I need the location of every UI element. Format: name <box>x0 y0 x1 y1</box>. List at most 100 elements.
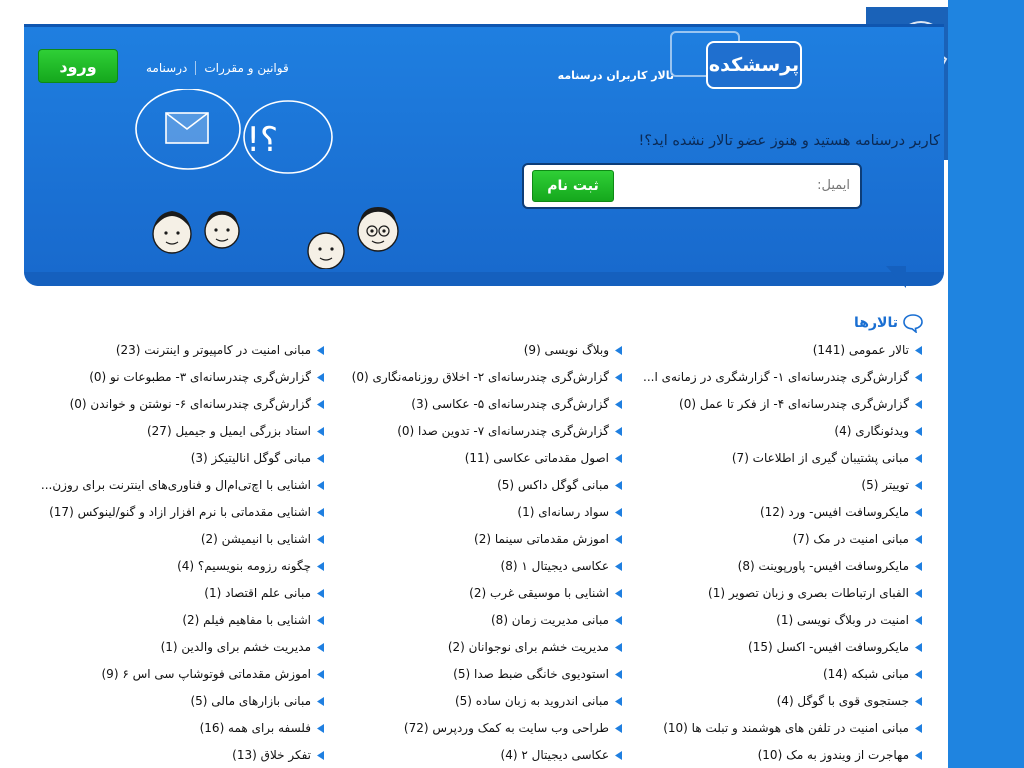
forum-link-item[interactable]: فلسفه برای همه (16) <box>14 719 324 746</box>
forum-link-item[interactable]: گزارش‌گری چندرسانه‌ای ۶- نوشتن و خواندن … <box>14 395 324 422</box>
forum-link-label[interactable]: مبانی شبکه (14) <box>823 665 909 683</box>
forum-link-item[interactable]: عکاسی دیجیتال ۱ (8) <box>312 557 622 584</box>
forum-link-item[interactable]: مبانی گوگل داکس (5) <box>312 476 622 503</box>
forum-link-item[interactable]: مدیریت خشم برای نوجوانان (2) <box>312 638 622 665</box>
nav-darsnameh-link[interactable]: درسنامه <box>138 61 195 75</box>
nav-rules-link[interactable]: قوانین و مقررات <box>195 61 296 75</box>
forum-link-label[interactable]: گزارش‌گری چندرسانه‌ای ۴- از فکر تا عمل (… <box>679 395 909 413</box>
forum-link-label[interactable]: اموزش مقدماتی فوتوشاپ سی اس ۶ (9) <box>101 665 311 683</box>
forum-link-label[interactable]: مبانی اندروید به زبان ساده (5) <box>455 692 609 710</box>
forum-link-label[interactable]: گزارش‌گری چندرسانه‌ای ۲- اخلاق روزنامه‌ن… <box>352 368 609 386</box>
forum-link-label[interactable]: گزارش‌گری چندرسانه‌ای ۳- مطبوعات نو (0) <box>89 368 311 386</box>
forum-link-label[interactable]: مهاجرت از ویندوز به مک (10) <box>758 746 909 764</box>
email-input[interactable] <box>620 173 810 199</box>
forum-link-label[interactable]: اشنایی با انیمیشن (2) <box>201 530 311 548</box>
forum-link-item[interactable]: سواد رسانه‌ای (1) <box>312 503 622 530</box>
forum-link-label[interactable]: عکاسی دیجیتال ۲ (4) <box>501 746 609 764</box>
forum-link-item[interactable]: مبانی اندروید به زبان ساده (5) <box>312 692 622 719</box>
forum-link-item[interactable]: مایکروسافت افیس- پاورپوینت (8) <box>612 557 922 584</box>
forum-link-label[interactable]: مبانی مدیریت زمان (8) <box>491 611 609 629</box>
forum-link-item[interactable]: استاد بزرگی ایمیل و جیمیل (27) <box>14 422 324 449</box>
forum-link-label[interactable]: مایکروسافت افیس- پاورپوینت (8) <box>738 557 909 575</box>
forum-link-item[interactable]: مبانی گوگل انالیتیکز (3) <box>14 449 324 476</box>
forum-link-item[interactable]: مبانی پشتیبان گیری از اطلاعات (7) <box>612 449 922 476</box>
forum-link-label[interactable]: اشنایی با موسیقی غرب (2) <box>469 584 609 602</box>
forum-link-item[interactable]: مبانی علم اقتصاد (1) <box>14 584 324 611</box>
forum-link-label[interactable]: استاد بزرگی ایمیل و جیمیل (27) <box>147 422 311 440</box>
forum-link-label[interactable]: توییتر (5) <box>861 476 909 494</box>
forum-link-label[interactable]: استودیوی خانگی ضبط صدا (5) <box>453 665 609 683</box>
forum-link-item[interactable]: اموزش مقدماتی سینما (2) <box>312 530 622 557</box>
forum-link-label[interactable]: جستجوی قوی با گوگل (4) <box>777 692 909 710</box>
forum-link-label[interactable]: وبلاگ نویسی (9) <box>524 341 609 359</box>
forum-link-item[interactable]: جستجوی قوی با گوگل (4) <box>612 692 922 719</box>
forum-link-item[interactable]: گزارش‌گری چندرسانه‌ای ۳- مطبوعات نو (0) <box>14 368 324 395</box>
forum-link-label[interactable]: تالار عمومی (141) <box>813 341 909 359</box>
forum-link-label[interactable]: اموزش مقدماتی سینما (2) <box>474 530 609 548</box>
forum-link-label[interactable]: اشنایی مقدماتی با نرم افزار ازاد و گنو/ل… <box>49 503 311 521</box>
forum-link-item[interactable]: توییتر (5) <box>612 476 922 503</box>
forum-link-label[interactable]: مبانی گوگل انالیتیکز (3) <box>191 449 311 467</box>
forum-link-item[interactable]: اصول مقدماتی عکاسی (11) <box>312 449 622 476</box>
forum-link-item[interactable]: گزارش‌گری چندرسانه‌ای ۲- اخلاق روزنامه‌ن… <box>312 368 622 395</box>
forum-link-label[interactable]: اشنایی با اچ‌تی‌ام‌ال و فناوری‌های اینتر… <box>41 476 311 494</box>
forum-link-item[interactable]: اشنایی با اچ‌تی‌ام‌ال و فناوری‌های اینتر… <box>14 476 324 503</box>
forum-link-label[interactable]: الفبای ارتباطات بصری و زبان تصویر (1) <box>708 584 909 602</box>
forum-link-item[interactable]: مبانی امنیت در کامپیوتر و اینترنت (23) <box>14 341 324 368</box>
forum-link-item[interactable]: امنیت در وبلاگ نویسی (1) <box>612 611 922 638</box>
forum-link-label[interactable]: مبانی امنیت در تلفن های هوشمند و تبلت ها… <box>663 719 909 737</box>
forum-link-item[interactable]: مبانی امنیت در تلفن های هوشمند و تبلت ها… <box>612 719 922 746</box>
site-logo[interactable]: پرسشکده <box>706 41 802 89</box>
forum-link-label[interactable]: گزارش‌گری چندرسانه‌ای ۱- گزارشگری در زما… <box>643 368 909 386</box>
forum-link-label[interactable]: گزارش‌گری چندرسانه‌ای ۶- نوشتن و خواندن … <box>70 395 311 413</box>
forum-link-label[interactable]: طراحی وب سایت به کمک وردپرس (72) <box>404 719 609 737</box>
forum-link-label[interactable]: گزارش‌گری چندرسانه‌ای ۵- عکاسی (3) <box>411 395 609 413</box>
forum-link-label[interactable]: تفکر خلاق (13) <box>232 746 311 764</box>
forum-link-item[interactable]: تفکر خلاق (13) <box>14 746 324 768</box>
forum-link-label[interactable]: مبانی علم اقتصاد (1) <box>204 584 311 602</box>
forum-link-item[interactable]: گزارش‌گری چندرسانه‌ای ۵- عکاسی (3) <box>312 395 622 422</box>
forum-link-label[interactable]: مبانی بازارهای مالی (5) <box>190 692 311 710</box>
forum-link-item[interactable]: گزارش‌گری چندرسانه‌ای ۱- گزارشگری در زما… <box>612 368 922 395</box>
forum-link-label[interactable]: ویدئونگاری (4) <box>834 422 909 440</box>
forum-link-item[interactable]: وبلاگ نویسی (9) <box>312 341 622 368</box>
forum-link-item[interactable]: استودیوی خانگی ضبط صدا (5) <box>312 665 622 692</box>
forum-link-item[interactable]: مهاجرت از ویندوز به مک (10) <box>612 746 922 768</box>
forum-link-item[interactable]: مدیریت خشم برای والدین (1) <box>14 638 324 665</box>
forum-link-label[interactable]: سواد رسانه‌ای (1) <box>517 503 609 521</box>
forum-link-label[interactable]: چگونه رزومه بنویسیم؟ (4) <box>177 557 311 575</box>
forum-link-item[interactable]: مبانی بازارهای مالی (5) <box>14 692 324 719</box>
forum-link-item[interactable]: اشنایی با موسیقی غرب (2) <box>312 584 622 611</box>
forum-link-label[interactable]: مایکروسافت افیس- اکسل (15) <box>748 638 909 656</box>
forum-link-label[interactable]: مایکروسافت افیس- ورد (12) <box>760 503 909 521</box>
forum-link-item[interactable]: مایکروسافت افیس- ورد (12) <box>612 503 922 530</box>
forum-link-label[interactable]: گزارش‌گری چندرسانه‌ای ۷- تدوین صدا (0) <box>397 422 609 440</box>
forum-link-item[interactable]: گزارش‌گری چندرسانه‌ای ۷- تدوین صدا (0) <box>312 422 622 449</box>
forum-link-item[interactable]: مایکروسافت افیس- اکسل (15) <box>612 638 922 665</box>
forum-link-label[interactable]: امنیت در وبلاگ نویسی (1) <box>776 611 909 629</box>
forum-link-label[interactable]: مدیریت خشم برای والدین (1) <box>161 638 311 656</box>
forum-link-label[interactable]: فلسفه برای همه (16) <box>200 719 311 737</box>
forum-link-item[interactable]: اشنایی با انیمیشن (2) <box>14 530 324 557</box>
forum-link-item[interactable]: گزارش‌گری چندرسانه‌ای ۴- از فکر تا عمل (… <box>612 395 922 422</box>
forum-link-item[interactable]: الفبای ارتباطات بصری و زبان تصویر (1) <box>612 584 922 611</box>
forum-link-item[interactable]: طراحی وب سایت به کمک وردپرس (72) <box>312 719 622 746</box>
forum-link-label[interactable]: مبانی گوگل داکس (5) <box>497 476 609 494</box>
forum-link-label[interactable]: مبانی پشتیبان گیری از اطلاعات (7) <box>732 449 909 467</box>
forum-link-label[interactable]: مبانی امنیت در کامپیوتر و اینترنت (23) <box>116 341 311 359</box>
forum-link-item[interactable]: چگونه رزومه بنویسیم؟ (4) <box>14 557 324 584</box>
login-button[interactable]: ورود <box>38 49 118 83</box>
forum-link-item[interactable]: عکاسی دیجیتال ۲ (4) <box>312 746 622 768</box>
forum-link-item[interactable]: مبانی امنیت در مک (7) <box>612 530 922 557</box>
forum-link-item[interactable]: اشنایی با مفاهیم فیلم (2) <box>14 611 324 638</box>
forum-link-item[interactable]: اشنایی مقدماتی با نرم افزار ازاد و گنو/ل… <box>14 503 324 530</box>
forum-link-item[interactable]: ویدئونگاری (4) <box>612 422 922 449</box>
forum-link-item[interactable]: اموزش مقدماتی فوتوشاپ سی اس ۶ (9) <box>14 665 324 692</box>
forum-link-item[interactable]: مبانی شبکه (14) <box>612 665 922 692</box>
forum-link-label[interactable]: اصول مقدماتی عکاسی (11) <box>465 449 609 467</box>
forum-link-item[interactable]: مبانی مدیریت زمان (8) <box>312 611 622 638</box>
forum-link-label[interactable]: مبانی امنیت در مک (7) <box>793 530 909 548</box>
forum-link-item[interactable]: تالار عمومی (141) <box>612 341 922 368</box>
forum-link-label[interactable]: مدیریت خشم برای نوجوانان (2) <box>448 638 609 656</box>
forum-link-label[interactable]: اشنایی با مفاهیم فیلم (2) <box>182 611 311 629</box>
